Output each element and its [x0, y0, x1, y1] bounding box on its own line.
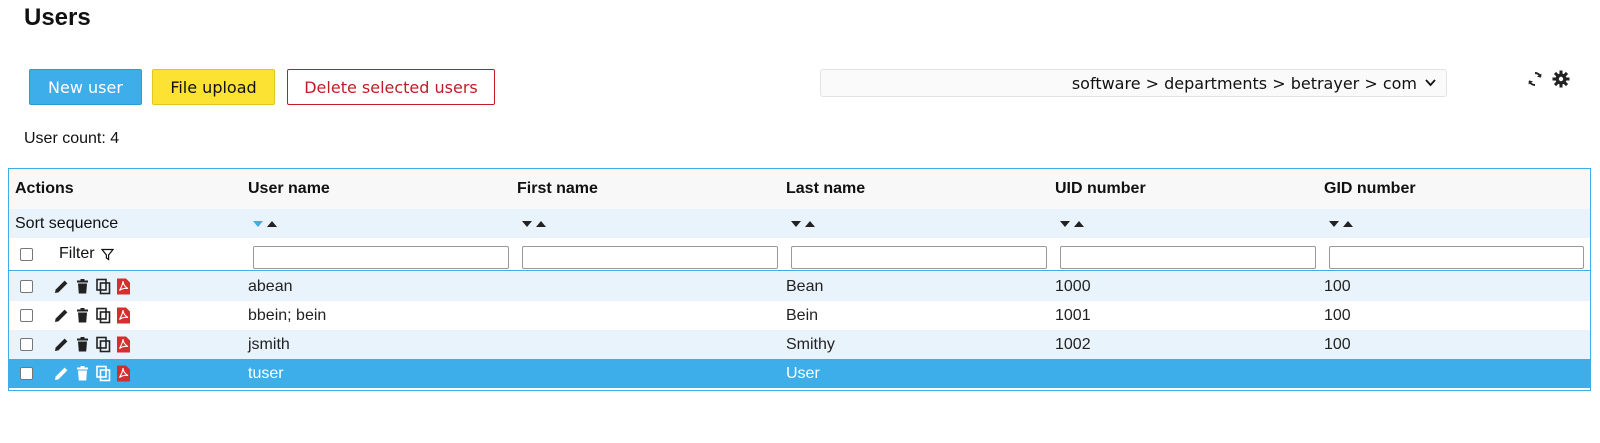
users-table: Actions User name First name Last name U…: [8, 168, 1591, 391]
header-actions: Actions: [15, 180, 74, 197]
cell-last-name: User: [786, 364, 820, 382]
table-header-row: Actions User name First name Last name U…: [9, 169, 1590, 209]
sort-asc-icon[interactable]: [536, 220, 546, 227]
copy-icon[interactable]: [95, 365, 112, 382]
edit-icon[interactable]: [53, 336, 70, 353]
cell-user-name: bbein; bein: [248, 306, 327, 324]
header-first-name[interactable]: First name: [517, 169, 598, 209]
sort-sequence-label: Sort sequence: [15, 214, 119, 232]
sort-row: Sort sequence: [9, 209, 1590, 238]
header-gid-number[interactable]: GID number: [1324, 169, 1416, 209]
row-checkbox[interactable]: [20, 338, 33, 351]
filter-label: Filter: [59, 238, 114, 270]
sort-desc-icon[interactable]: [1329, 220, 1339, 227]
ou-selector[interactable]: software > departments > betrayer > com: [820, 69, 1447, 97]
filter-last-name-input[interactable]: [791, 246, 1047, 269]
chevron-down-icon: [1425, 79, 1436, 87]
cell-uid-number: 1000: [1055, 277, 1091, 295]
filter-uid-input[interactable]: [1060, 246, 1316, 269]
cell-gid-number: 100: [1324, 306, 1351, 324]
table-row[interactable]: bbein; bein Bein 1001 100: [9, 301, 1590, 330]
pdf-icon[interactable]: [116, 278, 131, 295]
file-upload-button[interactable]: File upload: [152, 69, 275, 105]
delete-selected-users-button[interactable]: Delete selected users: [287, 69, 495, 105]
filter-label-text: Filter: [59, 245, 95, 262]
sort-asc-icon[interactable]: [1074, 220, 1084, 227]
cell-user-name: abean: [248, 277, 293, 295]
row-checkbox[interactable]: [20, 367, 33, 380]
user-count: User count: 4: [24, 130, 119, 148]
header-user-name[interactable]: User name: [248, 169, 330, 209]
user-count-value: 4: [110, 130, 120, 147]
trash-icon[interactable]: [74, 278, 91, 295]
new-user-button[interactable]: New user: [29, 69, 142, 105]
trash-icon[interactable]: [74, 307, 91, 324]
page-title: Users: [24, 4, 91, 31]
filter-user-name-input[interactable]: [253, 246, 509, 269]
sort-asc-icon[interactable]: [267, 220, 277, 227]
filter-first-name-input[interactable]: [522, 246, 778, 269]
row-checkbox[interactable]: [20, 309, 33, 322]
user-count-label: User count:: [24, 130, 106, 147]
copy-icon[interactable]: [95, 336, 112, 353]
row-actions: [53, 359, 131, 388]
table-row[interactable]: jsmith Smithy 1002 100: [9, 330, 1590, 359]
filter-row: Filter: [9, 238, 1590, 271]
edit-icon[interactable]: [53, 307, 70, 324]
edit-icon[interactable]: [53, 278, 70, 295]
sort-desc-icon[interactable]: [791, 220, 801, 227]
cell-user-name: jsmith: [248, 335, 290, 353]
copy-icon[interactable]: [95, 307, 112, 324]
table-row[interactable]: tuser User: [9, 359, 1590, 388]
filter-icon: [100, 248, 114, 261]
pdf-icon[interactable]: [116, 365, 131, 382]
cell-last-name: Bein: [786, 306, 819, 324]
header-last-name[interactable]: Last name: [786, 169, 865, 209]
select-all-checkbox[interactable]: [20, 247, 33, 261]
table-row[interactable]: abean Bean 1000 100: [9, 272, 1590, 301]
copy-icon[interactable]: [95, 278, 112, 295]
cell-gid-number: 100: [1324, 277, 1351, 295]
sort-desc-icon[interactable]: [1060, 220, 1070, 227]
row-actions: [53, 272, 131, 301]
filter-gid-input[interactable]: [1329, 246, 1584, 269]
trash-icon[interactable]: [74, 336, 91, 353]
cell-gid-number: 100: [1324, 335, 1351, 353]
cell-last-name: Smithy: [786, 335, 835, 353]
sort-asc-icon[interactable]: [1343, 220, 1353, 227]
ou-selector-value: software > departments > betrayer > com: [1071, 73, 1417, 93]
edit-icon[interactable]: [53, 365, 70, 382]
trash-icon[interactable]: [74, 365, 91, 382]
refresh-icon[interactable]: [1526, 70, 1544, 88]
row-actions: [53, 330, 131, 359]
gear-icon[interactable]: [1552, 70, 1570, 88]
pdf-icon[interactable]: [116, 307, 131, 324]
sort-desc-icon[interactable]: [522, 220, 532, 227]
cell-user-name: tuser: [248, 364, 284, 382]
pdf-icon[interactable]: [116, 336, 131, 353]
row-checkbox[interactable]: [20, 280, 33, 293]
sort-asc-icon[interactable]: [805, 220, 815, 227]
cell-last-name: Bean: [786, 277, 824, 295]
cell-uid-number: 1002: [1055, 335, 1091, 353]
cell-uid-number: 1001: [1055, 306, 1091, 324]
header-uid-number[interactable]: UID number: [1055, 169, 1146, 209]
sort-desc-icon[interactable]: [253, 220, 263, 227]
row-actions: [53, 301, 131, 330]
